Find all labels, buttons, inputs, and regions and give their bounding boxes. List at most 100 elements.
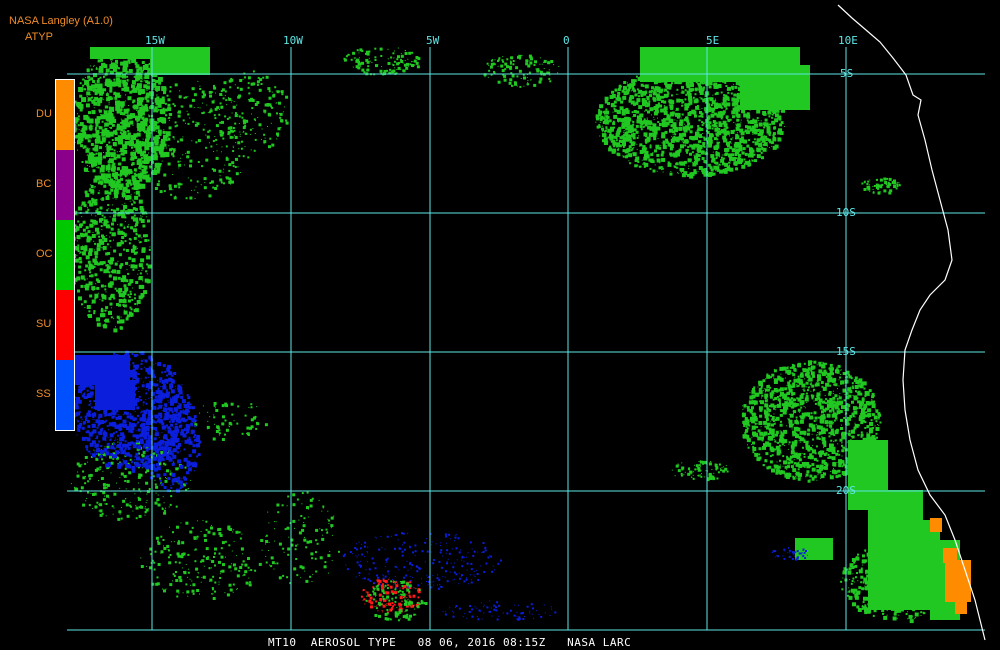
oc-pixel xyxy=(95,136,98,139)
oc-pixel xyxy=(680,172,682,174)
oc-pixel xyxy=(679,134,681,136)
oc-pixel xyxy=(703,145,706,148)
oc-pixel xyxy=(197,139,201,142)
oc-pixel xyxy=(690,125,693,129)
oc-pixel xyxy=(218,169,222,173)
oc-pixel xyxy=(877,184,881,188)
oc-pixel xyxy=(230,570,232,572)
oc-pixel xyxy=(148,115,151,118)
oc-pixel xyxy=(773,128,775,130)
oc-pixel xyxy=(92,193,94,195)
oc-pixel xyxy=(668,100,670,102)
oc-pixel xyxy=(140,557,142,559)
oc-pixel xyxy=(327,531,328,533)
oc-pixel xyxy=(873,191,875,192)
oc-pixel xyxy=(315,539,318,542)
oc-pixel xyxy=(649,144,652,147)
oc-pixel xyxy=(161,138,163,141)
oc-pixel xyxy=(132,124,134,126)
oc-pixel xyxy=(191,87,194,90)
oc-pixel xyxy=(211,100,215,104)
oc-pixel xyxy=(830,439,833,442)
oc-pixel xyxy=(539,70,543,74)
oc-pixel xyxy=(802,437,805,440)
oc-pixel xyxy=(207,530,211,534)
oc-pixel xyxy=(208,129,211,132)
oc-pixel xyxy=(116,207,120,211)
oc-pixel xyxy=(81,161,84,163)
oc-pixel xyxy=(112,197,114,199)
oc-pixel xyxy=(128,237,131,240)
oc-pixel xyxy=(663,100,667,104)
oc-pixel xyxy=(856,388,857,390)
oc-pixel xyxy=(675,162,679,166)
oc-pixel xyxy=(86,235,90,239)
oc-pixel xyxy=(205,134,207,136)
oc-pixel xyxy=(705,150,707,152)
oc-pixel xyxy=(192,120,195,123)
oc-pixel xyxy=(118,510,122,514)
oc-pixel xyxy=(91,165,94,168)
oc-pixel xyxy=(699,111,702,114)
oc-pixel xyxy=(222,171,224,173)
oc-pixel xyxy=(303,538,307,542)
oc-pixel xyxy=(128,264,130,266)
oc-pixel xyxy=(711,110,713,112)
oc-pixel xyxy=(128,295,131,298)
oc-pixel xyxy=(111,505,114,508)
oc-pixel xyxy=(231,413,234,416)
oc-pixel xyxy=(225,156,228,159)
oc-pixel xyxy=(761,439,764,442)
oc-pixel xyxy=(96,231,100,235)
oc-pixel xyxy=(837,388,838,390)
oc-pixel xyxy=(202,405,204,407)
oc-pixel xyxy=(867,180,870,183)
oc-pixel xyxy=(145,118,149,122)
oc-pixel xyxy=(81,216,83,218)
oc-pixel xyxy=(156,121,159,124)
oc-pixel xyxy=(146,493,148,495)
oc-pixel xyxy=(94,147,99,152)
oc-pixel xyxy=(157,76,163,82)
oc-pixel xyxy=(512,85,514,87)
oc-pixel xyxy=(636,164,639,167)
oc-pixel xyxy=(735,135,740,140)
oc-pixel xyxy=(251,113,253,115)
oc-pixel xyxy=(96,124,99,127)
oc-pixel xyxy=(135,171,137,173)
oc-pixel xyxy=(766,422,771,427)
oc-pixel xyxy=(132,199,134,201)
oc-pixel xyxy=(99,146,102,150)
oc-pixel xyxy=(721,156,723,159)
oc-pixel xyxy=(137,76,139,78)
oc-pixel xyxy=(113,67,117,72)
oc-pixel xyxy=(133,236,137,240)
oc-pixel xyxy=(129,115,133,119)
oc-pixel xyxy=(653,118,655,120)
oc-pixel xyxy=(95,126,98,129)
oc-pixel xyxy=(133,177,137,181)
oc-pixel xyxy=(384,71,386,73)
oc-pixel xyxy=(96,322,101,327)
oc-pixel xyxy=(494,59,496,61)
oc-pixel xyxy=(145,177,149,181)
oc-pixel xyxy=(624,116,629,121)
oc-pixel xyxy=(131,187,134,190)
oc-pixel xyxy=(693,169,697,173)
oc-pixel xyxy=(687,112,692,116)
oc-pixel xyxy=(516,75,519,78)
oc-pixel xyxy=(535,68,537,70)
oc-pixel xyxy=(883,177,887,181)
oc-pixel xyxy=(626,148,631,153)
oc-pixel xyxy=(108,274,112,278)
oc-pixel xyxy=(117,317,120,320)
oc-pixel xyxy=(109,113,114,118)
oc-pixel xyxy=(125,488,127,490)
oc-pixel xyxy=(81,97,87,103)
oc-pixel xyxy=(284,528,287,531)
oc-pixel xyxy=(637,156,639,158)
oc-pixel xyxy=(143,123,145,125)
oc-pixel xyxy=(88,477,91,480)
oc-pixel xyxy=(173,575,176,577)
oc-pixel xyxy=(282,547,285,550)
